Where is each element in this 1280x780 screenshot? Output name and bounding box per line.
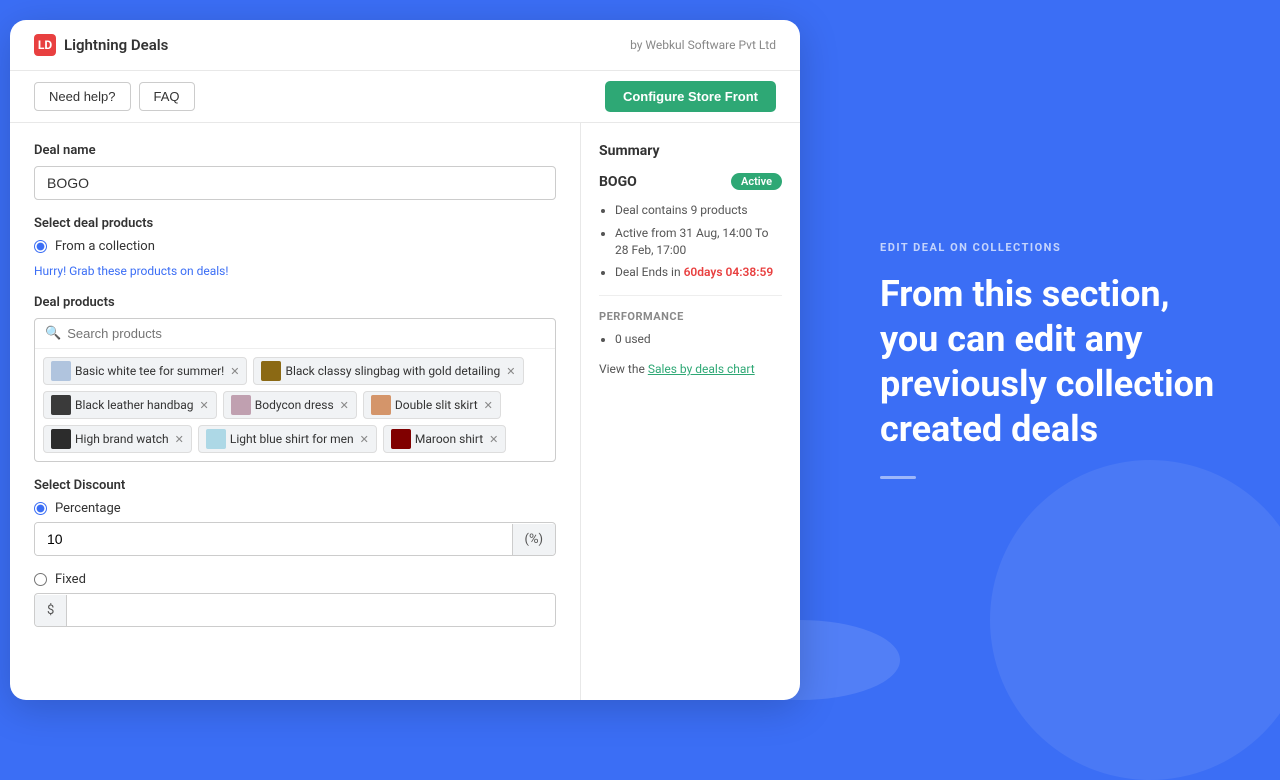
view-chart-text: View the Sales by deals chart [599, 362, 782, 376]
fixed-input-row: $ [34, 593, 556, 627]
tag-thumb-1 [51, 361, 71, 381]
tag-thumb-2 [261, 361, 281, 381]
tag-close-6[interactable]: ✕ [175, 433, 184, 446]
card-body: Deal name Select deal products From a co… [10, 123, 800, 700]
fixed-radio[interactable] [34, 573, 47, 586]
from-collection-radio-row: From a collection [34, 239, 556, 254]
tag-thumb-3 [51, 395, 71, 415]
summary-deal-name: BOGO [599, 174, 637, 190]
search-icon: 🔍 [45, 326, 61, 341]
tag-label-7: Light blue shirt for men [230, 432, 354, 446]
summary-deal-row: BOGO Active [599, 173, 782, 190]
card-header: LD Lightning Deals by Webkul Software Pv… [10, 20, 800, 71]
tag-close-1[interactable]: ✕ [230, 365, 239, 378]
tag-close-3[interactable]: ✕ [200, 399, 209, 412]
products-box: 🔍 Basic white tee for summer! ✕ [34, 318, 556, 462]
tag-label-6: High brand watch [75, 432, 169, 446]
from-collection-label[interactable]: From a collection [55, 239, 155, 254]
fixed-radio-row: Fixed [34, 572, 556, 587]
select-products-label: Select deal products [34, 216, 556, 231]
deal-name-input[interactable] [34, 166, 556, 200]
need-help-button[interactable]: Need help? [34, 82, 131, 111]
product-tag-6: High brand watch ✕ [43, 425, 192, 453]
summary-bullet-3: Deal Ends in 60days 04:38:59 [615, 264, 782, 281]
percentage-label[interactable]: Percentage [55, 501, 121, 516]
by-text: by Webkul Software Pvt Ltd [630, 38, 776, 52]
discount-section: Select Discount Percentage (%) Fixed $ [34, 478, 556, 627]
sales-chart-link[interactable]: Sales by deals chart [648, 362, 755, 376]
summary-section: Summary BOGO Active Deal contains 9 prod… [580, 123, 800, 700]
right-panel: EDIT DEAL ON COLLECTIONS From this secti… [800, 0, 1280, 720]
product-tag-5: Double slit skirt ✕ [363, 391, 501, 419]
product-tag-7: Light blue shirt for men ✕ [198, 425, 377, 453]
performance-label: PERFORMANCE [599, 310, 782, 323]
tag-close-7[interactable]: ✕ [360, 433, 369, 446]
tag-thumb-7 [206, 429, 226, 449]
status-badge: Active [731, 173, 782, 190]
tag-label-3: Black leather handbag [75, 398, 194, 412]
select-discount-label: Select Discount [34, 478, 556, 493]
hurry-link[interactable]: Hurry! Grab these products on deals! [34, 264, 228, 278]
tag-thumb-6 [51, 429, 71, 449]
product-tag-8: Maroon shirt ✕ [383, 425, 506, 453]
product-tag-4: Bodycon dress ✕ [223, 391, 357, 419]
used-text: 0 used [615, 331, 782, 348]
summary-bullet-1: Deal contains 9 products [615, 202, 782, 219]
main-card: LD Lightning Deals by Webkul Software Pv… [10, 20, 800, 700]
select-products-section: Select deal products From a collection H… [34, 216, 556, 279]
tag-close-2[interactable]: ✕ [506, 365, 515, 378]
card-toolbar: Need help? FAQ Configure Store Front [10, 71, 800, 123]
tag-close-5[interactable]: ✕ [484, 399, 493, 412]
faq-button[interactable]: FAQ [139, 82, 195, 111]
deal-products-label: Deal products [34, 295, 556, 310]
fixed-label[interactable]: Fixed [55, 572, 86, 587]
fixed-prefix: $ [35, 595, 67, 626]
search-input[interactable] [67, 326, 545, 341]
percentage-suffix: (%) [512, 524, 556, 555]
toolbar-left: Need help? FAQ [34, 82, 195, 111]
tag-label-4: Bodycon dress [255, 398, 334, 412]
product-tag-1: Basic white tee for summer! ✕ [43, 357, 247, 385]
tags-area: Basic white tee for summer! ✕ Black clas… [35, 349, 555, 461]
product-tag-3: Black leather handbag ✕ [43, 391, 217, 419]
percentage-radio[interactable] [34, 502, 47, 515]
right-subtitle: EDIT DEAL ON COLLECTIONS [880, 241, 1220, 254]
deal-ends-time: 60days 04:38:59 [684, 265, 774, 279]
brand-logo: LD Lightning Deals [34, 34, 168, 56]
tag-label-2: Black classy slingbag with gold detailin… [285, 364, 500, 378]
summary-list: Deal contains 9 products Active from 31 … [599, 202, 782, 281]
tag-thumb-8 [391, 429, 411, 449]
search-bar: 🔍 [35, 319, 555, 349]
tag-close-8[interactable]: ✕ [489, 433, 498, 446]
tag-thumb-4 [231, 395, 251, 415]
fixed-input[interactable] [67, 594, 555, 626]
app-logo-icon: LD [34, 34, 56, 56]
deal-products-field: Deal products 🔍 Basic white tee for summ… [34, 295, 556, 462]
from-collection-radio[interactable] [34, 240, 47, 253]
tag-label-5: Double slit skirt [395, 398, 478, 412]
tag-label-1: Basic white tee for summer! [75, 364, 224, 378]
configure-store-button[interactable]: Configure Store Front [605, 81, 776, 112]
performance-list: 0 used [599, 331, 782, 348]
percentage-input-row: (%) [34, 522, 556, 556]
summary-divider [599, 295, 782, 296]
summary-bullet-2: Active from 31 Aug, 14:00 To 28 Feb, 17:… [615, 225, 782, 259]
tag-close-4[interactable]: ✕ [340, 399, 349, 412]
tag-label-8: Maroon shirt [415, 432, 483, 446]
form-section: Deal name Select deal products From a co… [10, 123, 580, 700]
brand-name: Lightning Deals [64, 36, 168, 54]
deal-name-label: Deal name [34, 143, 556, 158]
right-divider [880, 476, 916, 479]
product-tag-2: Black classy slingbag with gold detailin… [253, 357, 523, 385]
summary-title: Summary [599, 143, 782, 159]
percentage-input[interactable] [35, 523, 512, 555]
tag-thumb-5 [371, 395, 391, 415]
right-heading: From this section, you can edit any prev… [880, 272, 1220, 452]
deal-name-field: Deal name [34, 143, 556, 200]
percentage-radio-row: Percentage [34, 501, 556, 516]
